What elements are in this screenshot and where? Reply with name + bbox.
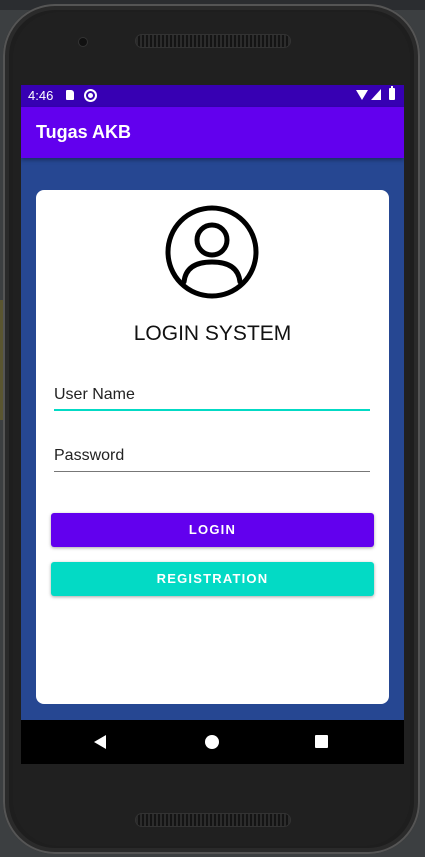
bottom-speaker: [136, 814, 290, 826]
username-field-wrapper: [54, 381, 370, 411]
device-screen: 4:46 Tugas AKB LOGIN SYSTEM LOGIN REGIST…: [21, 85, 404, 764]
password-field-wrapper: [54, 442, 370, 472]
login-card: LOGIN SYSTEM LOGIN REGISTRATION: [36, 190, 389, 704]
sd-card-icon: [66, 90, 74, 100]
status-time: 4:46: [28, 88, 54, 103]
app-bar: Tugas AKB: [21, 107, 404, 158]
login-button[interactable]: LOGIN: [51, 513, 374, 547]
password-underline: [54, 471, 370, 472]
battery-icon: [389, 86, 395, 100]
top-speaker: [136, 35, 290, 47]
front-camera: [79, 38, 87, 46]
recents-icon[interactable]: [315, 735, 328, 748]
status-bar: 4:46: [21, 85, 404, 107]
password-input[interactable]: [54, 442, 370, 470]
back-icon[interactable]: [94, 735, 106, 749]
wifi-icon: [356, 90, 368, 100]
sync-icon: [84, 89, 97, 102]
navigation-bar: [21, 720, 404, 764]
home-icon[interactable]: [205, 735, 219, 749]
username-input[interactable]: [54, 381, 370, 409]
registration-button[interactable]: REGISTRATION: [51, 562, 374, 596]
username-underline: [54, 409, 370, 411]
signal-icon: [371, 89, 381, 100]
app-title: Tugas AKB: [36, 122, 132, 142]
login-heading: LOGIN SYSTEM: [133, 322, 292, 345]
user-account-icon: [165, 205, 259, 299]
